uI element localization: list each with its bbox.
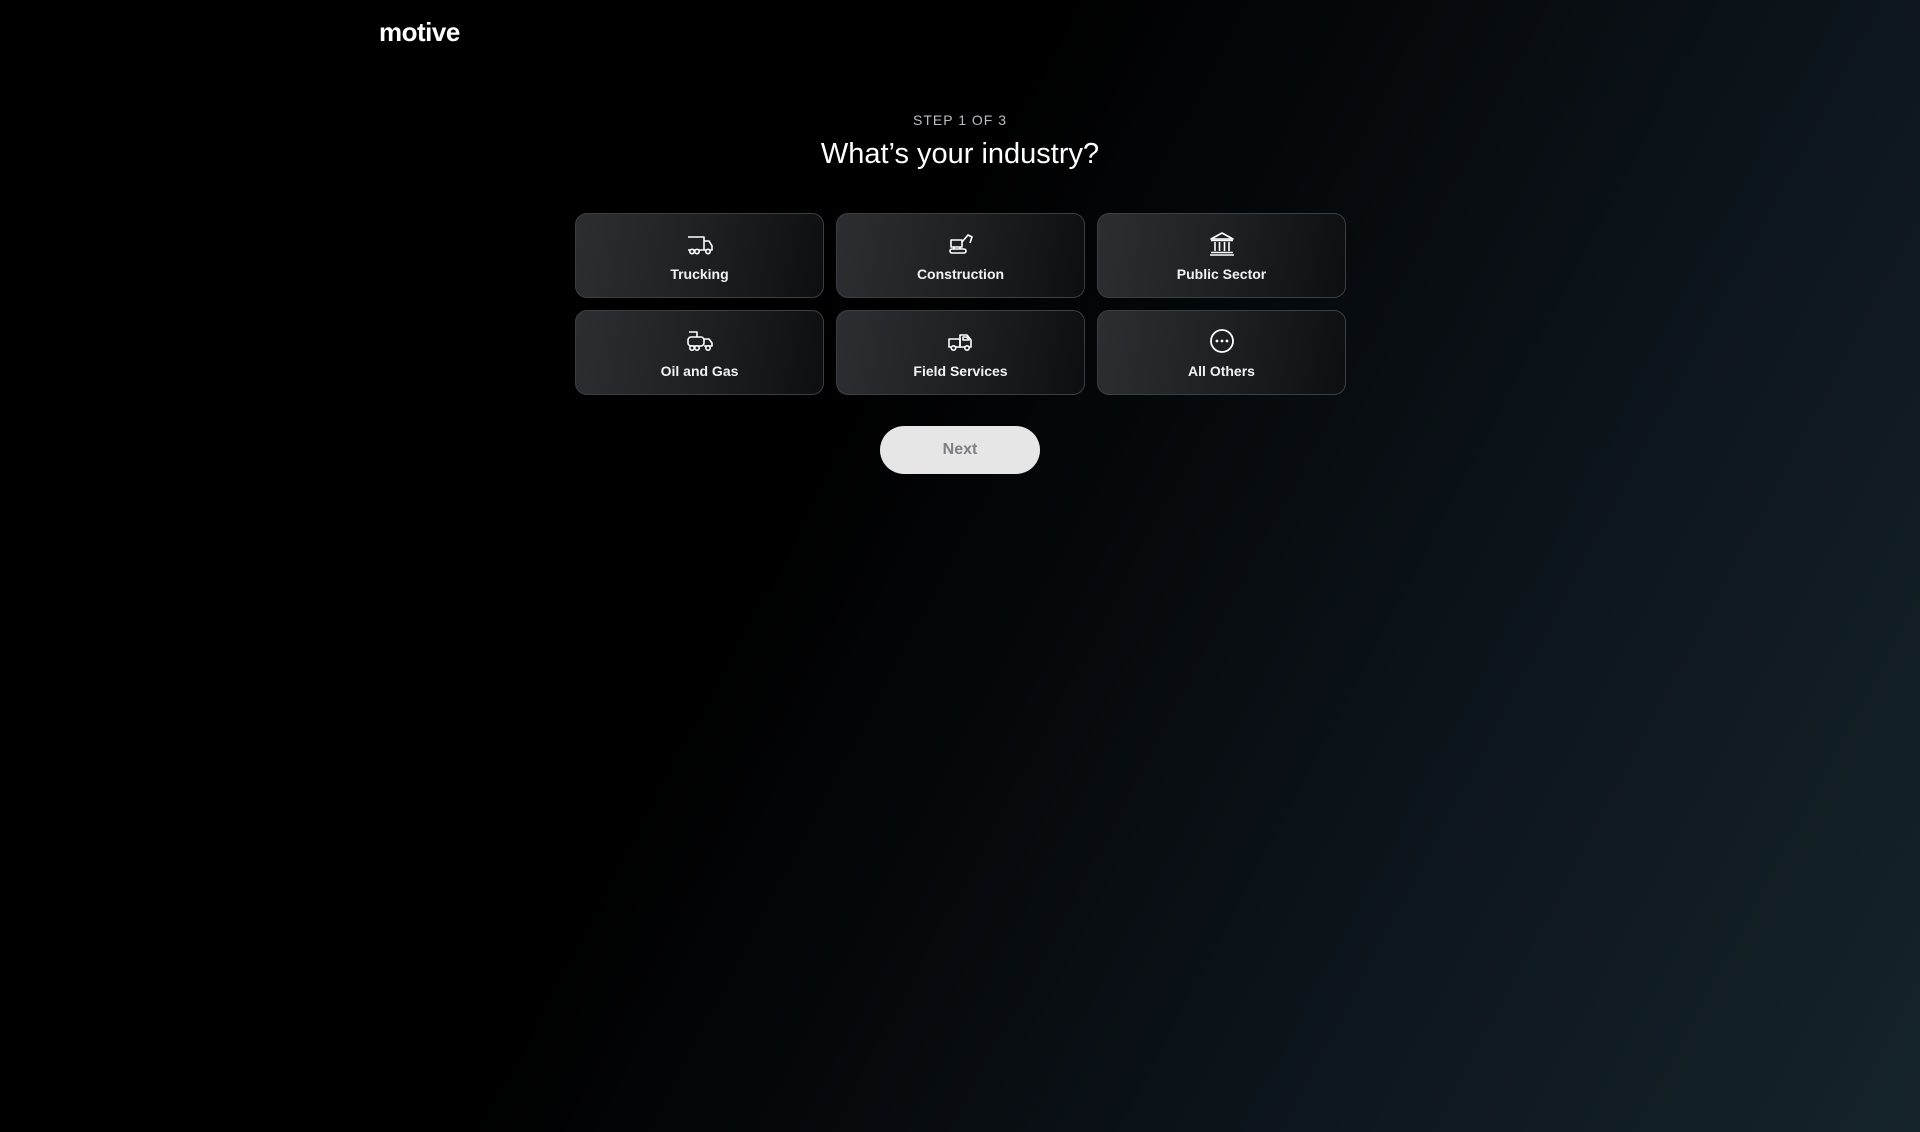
tanker-truck-icon — [685, 326, 715, 356]
industry-option-construction[interactable]: Construction — [836, 213, 1085, 298]
industry-option-oil-and-gas[interactable]: Oil and Gas — [575, 310, 824, 395]
industry-option-trucking[interactable]: Trucking — [575, 213, 824, 298]
option-label: All Others — [1188, 363, 1255, 379]
service-truck-icon — [946, 326, 976, 356]
option-label: Field Services — [913, 363, 1008, 379]
excavator-icon — [946, 229, 976, 259]
option-label: Trucking — [670, 266, 729, 282]
step-indicator: STEP 1 OF 3 — [913, 112, 1007, 128]
industry-step-page: motive STEP 1 OF 3 What’s your industry?… — [0, 0, 1920, 1132]
government-building-icon — [1207, 229, 1237, 259]
page-title: What’s your industry? — [820, 138, 1100, 170]
more-options-icon — [1207, 326, 1237, 356]
industry-option-field-services[interactable]: Field Services — [836, 310, 1085, 395]
motive-logo[interactable]: motive — [379, 16, 460, 48]
truck-icon — [685, 229, 715, 259]
next-button[interactable]: Next — [880, 426, 1040, 474]
option-label: Construction — [916, 266, 1005, 282]
industry-option-all-others[interactable]: All Others — [1097, 310, 1346, 395]
industry-options-grid: Trucking Construction Public Sector Oil … — [575, 213, 1347, 395]
option-label: Public Sector — [1176, 266, 1267, 282]
option-label: Oil and Gas — [660, 363, 739, 379]
industry-option-public-sector[interactable]: Public Sector — [1097, 213, 1346, 298]
